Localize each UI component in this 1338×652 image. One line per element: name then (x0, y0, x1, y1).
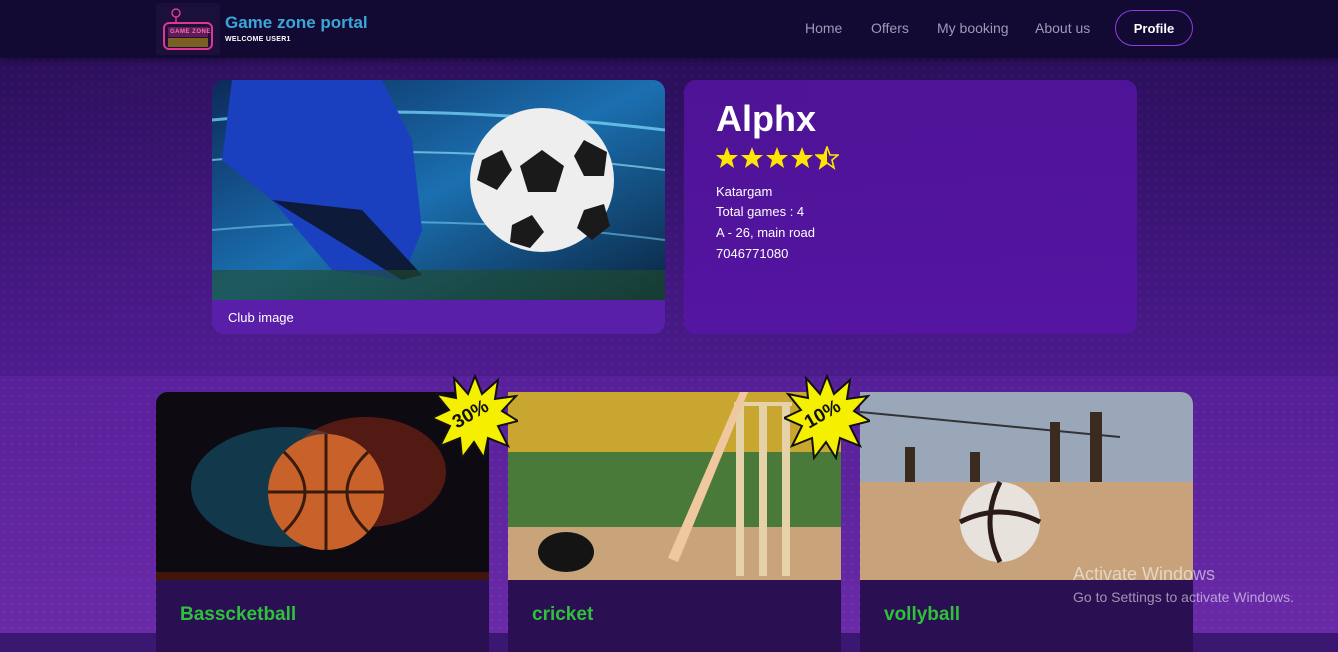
logo[interactable]: GAME ZONE (156, 3, 220, 55)
club-image-card: Club image (212, 80, 665, 334)
activate-windows-subtitle: Go to Settings to activate Windows. (1073, 589, 1294, 605)
club-area: Katargam (716, 184, 773, 199)
game-title: cricket (532, 604, 594, 625)
nav-about-us[interactable]: About us (1035, 20, 1090, 36)
activate-windows-title: Activate Windows (1073, 564, 1216, 584)
game-title: Basscketball (180, 604, 297, 625)
brand-title[interactable]: Game zone portal (225, 13, 368, 33)
brand: Game zone portal WELCOME USER1 (225, 13, 368, 43)
star-filled-icon (741, 147, 763, 168)
logo-text: GAME ZONE (170, 29, 211, 35)
nav-my-booking[interactable]: My booking (937, 20, 1009, 36)
navbar: GAME ZONE Game zone portal WELCOME USER1… (0, 0, 1338, 58)
club-info-card: Alphx Katargam Total games : 4 A - 26, m… (684, 80, 1137, 334)
star-half-icon (815, 146, 839, 170)
star-filled-icon (791, 147, 813, 168)
volleyball-image (860, 392, 1193, 580)
hero-band (0, 58, 1338, 376)
nav-home[interactable]: Home (805, 20, 842, 36)
welcome-text: WELCOME USER1 (225, 36, 291, 43)
profile-button[interactable]: Profile (1115, 10, 1193, 46)
game-title: vollyball (884, 604, 961, 625)
club-image-caption: Club image (228, 310, 294, 325)
rating-stars (715, 146, 839, 170)
soccer-ball-image (212, 80, 665, 300)
club-phone: 7046771080 (716, 246, 789, 261)
star-filled-icon (716, 147, 738, 168)
club-address: A - 26, main road (716, 225, 815, 240)
club-name: Alphx (716, 98, 817, 139)
club-total-games: Total games : 4 (716, 204, 805, 219)
nav-offers[interactable]: Offers (871, 20, 909, 36)
game-card-volleyball[interactable]: vollyball (860, 392, 1193, 652)
star-filled-icon (766, 147, 788, 168)
